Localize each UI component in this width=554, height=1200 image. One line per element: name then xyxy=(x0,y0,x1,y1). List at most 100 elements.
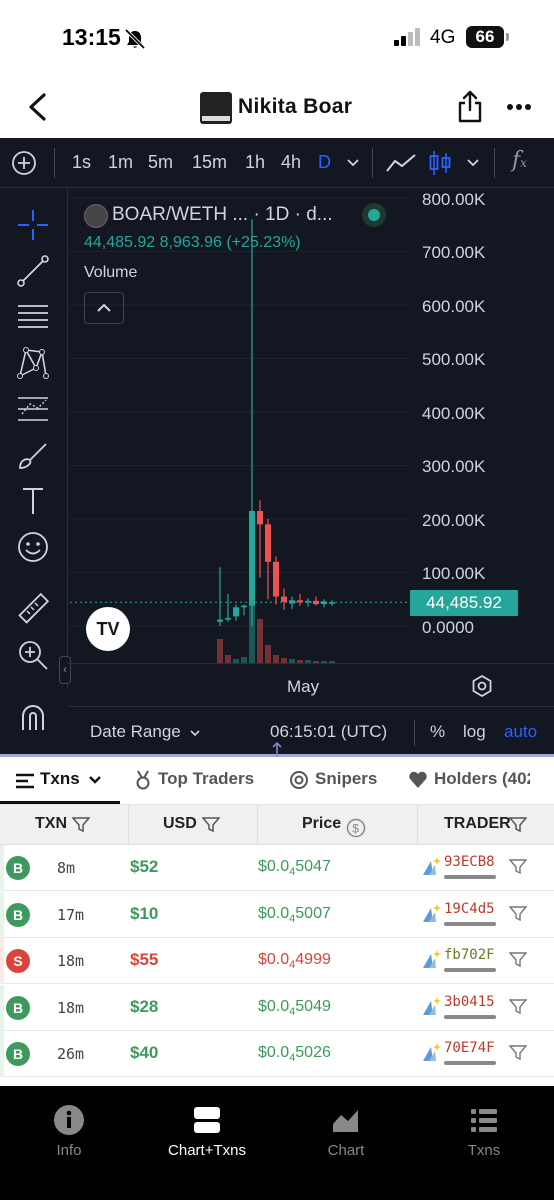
back-arrow-icon[interactable] xyxy=(24,92,52,122)
row-type-stripe xyxy=(0,891,4,938)
log-scale-button[interactable]: log xyxy=(463,722,486,742)
trader-address[interactable]: fb702F xyxy=(444,947,495,963)
utc-time[interactable]: 06:15:01 (UTC) xyxy=(270,722,387,742)
y-tick: 300.00K xyxy=(422,457,486,476)
tab-snipers[interactable]: Snipers xyxy=(315,769,377,789)
col-trader[interactable]: TRADER xyxy=(444,815,511,833)
settings-icon[interactable] xyxy=(470,674,494,698)
chart-panel: 1s 1m 5m 15m 1h 4h D fx ‹ BOAR/WETH ... … xyxy=(0,138,554,755)
chart-symbol[interactable]: BOAR/WETH ... · 1D · d... xyxy=(112,204,333,226)
currency-toggle-icon[interactable]: $ xyxy=(346,818,366,838)
nav-chart-txns-label: Chart+Txns xyxy=(168,1142,246,1159)
area-chart-icon xyxy=(333,1110,358,1132)
candle-body xyxy=(273,561,279,597)
table-row[interactable]: B 8m $52 $0.045047 93ECB8 xyxy=(0,845,554,891)
trader-bar xyxy=(444,1014,496,1019)
nav-chart-txns[interactable]: Chart+Txns xyxy=(138,1104,276,1159)
filter-icon[interactable] xyxy=(509,998,527,1015)
row-type-stripe xyxy=(0,845,4,891)
filter-icon[interactable] xyxy=(509,817,527,833)
table-row[interactable]: B 17m $10 $0.045007 19C4d5 xyxy=(0,891,554,938)
price-prefix: $0.0 xyxy=(258,1044,290,1061)
candle-body xyxy=(249,510,255,606)
more-options-icon[interactable] xyxy=(506,103,532,111)
trader-address[interactable]: 19C4d5 xyxy=(444,901,495,917)
auto-scale-button[interactable]: auto xyxy=(504,722,537,742)
trader-address[interactable]: 93ECB8 xyxy=(444,854,495,870)
table-row[interactable]: S 18m $55 $0.044999 fb702F xyxy=(0,938,554,984)
y-tick: 200.00K xyxy=(422,511,486,530)
price-digits: 5049 xyxy=(295,997,331,1015)
table-row[interactable]: B 18m $28 $0.045049 3b0415 xyxy=(0,984,554,1031)
nav-info[interactable]: Info xyxy=(0,1104,138,1159)
col-usd[interactable]: USD xyxy=(163,815,197,833)
trader-bar xyxy=(444,968,496,972)
candle-body xyxy=(281,596,287,602)
volume-bar xyxy=(265,645,271,663)
txn-price: $0.045026 xyxy=(258,1044,331,1064)
trader-bot-icon xyxy=(423,950,441,968)
price-prefix: $0.0 xyxy=(258,858,290,875)
y-tick: 500.00K xyxy=(422,350,486,369)
txn-age: 26m xyxy=(57,1045,85,1063)
txn-usd: $55 xyxy=(130,950,159,969)
txn-price: $0.045049 xyxy=(258,998,331,1018)
filter-icon[interactable] xyxy=(509,952,527,968)
txn-usd: $52 xyxy=(130,857,159,876)
trader-address[interactable]: 70E74F xyxy=(444,1040,495,1056)
bottom-bar-divider xyxy=(414,720,415,746)
nav-info-label: Info xyxy=(56,1142,82,1159)
list-icon xyxy=(16,773,34,789)
medal-icon xyxy=(136,770,150,790)
svg-text:$: $ xyxy=(352,822,359,836)
price-prefix: $0.0 xyxy=(258,951,290,968)
candle-body xyxy=(313,600,319,605)
percent-scale-button[interactable]: % xyxy=(430,722,445,742)
tab-holders-label: Holders (402 xyxy=(434,769,530,788)
status-bar: 13:15 4G 66 xyxy=(0,0,554,76)
tab-top-traders[interactable]: Top Traders xyxy=(158,769,254,789)
filter-icon[interactable] xyxy=(509,905,527,922)
nav-header: Nikita Boar xyxy=(0,76,554,138)
txn-age: 8m xyxy=(57,859,76,877)
share-icon[interactable] xyxy=(457,90,483,124)
volume-collapse-button[interactable] xyxy=(84,292,124,324)
live-status-icon xyxy=(362,203,386,227)
target-icon xyxy=(290,771,308,789)
date-range-button[interactable]: Date Range xyxy=(90,722,201,742)
nav-chart[interactable]: Chart xyxy=(277,1104,415,1159)
candle-body xyxy=(297,600,303,603)
volume-bar xyxy=(225,655,231,663)
info-icon xyxy=(54,1105,84,1135)
candle-body xyxy=(265,524,271,562)
y-tick: 700.00K xyxy=(422,243,486,262)
row-type-stripe xyxy=(0,984,4,1031)
filter-icon[interactable] xyxy=(509,859,527,875)
chevron-down-icon[interactable] xyxy=(88,775,102,785)
table-row[interactable]: B 26m $40 $0.045026 70E74F xyxy=(0,1031,554,1077)
trader-bot-icon xyxy=(423,903,441,922)
volume-label: Volume xyxy=(84,264,138,281)
filter-icon[interactable] xyxy=(72,817,90,833)
price-prefix: $0.0 xyxy=(258,904,290,922)
candle-body xyxy=(305,600,311,603)
trader-address[interactable]: 3b0415 xyxy=(444,994,495,1010)
txn-price: $0.045047 xyxy=(258,858,331,878)
status-time: 13:15 xyxy=(62,24,121,50)
filter-icon[interactable] xyxy=(509,1045,527,1061)
tradingview-logo[interactable]: TV xyxy=(86,607,130,651)
bottom-nav: Info Chart+Txns Chart Txns xyxy=(0,1086,554,1200)
col-price[interactable]: Price xyxy=(302,815,341,833)
filter-icon[interactable] xyxy=(202,817,220,833)
current-price-label: 44,485.92 xyxy=(410,590,518,616)
trader-bot-icon xyxy=(423,996,441,1015)
txn-age: 18m xyxy=(57,998,85,1017)
tab-txns[interactable]: Txns xyxy=(40,769,80,789)
trader-bar xyxy=(444,1061,496,1065)
txn-age: 18m xyxy=(57,952,85,970)
nav-txns[interactable]: Txns xyxy=(415,1104,553,1159)
x-axis-line xyxy=(68,663,554,664)
y-tick: 600.00K xyxy=(422,297,486,316)
col-txn[interactable]: TXN xyxy=(35,815,67,833)
tab-holders[interactable]: Holders (402 xyxy=(434,769,530,789)
